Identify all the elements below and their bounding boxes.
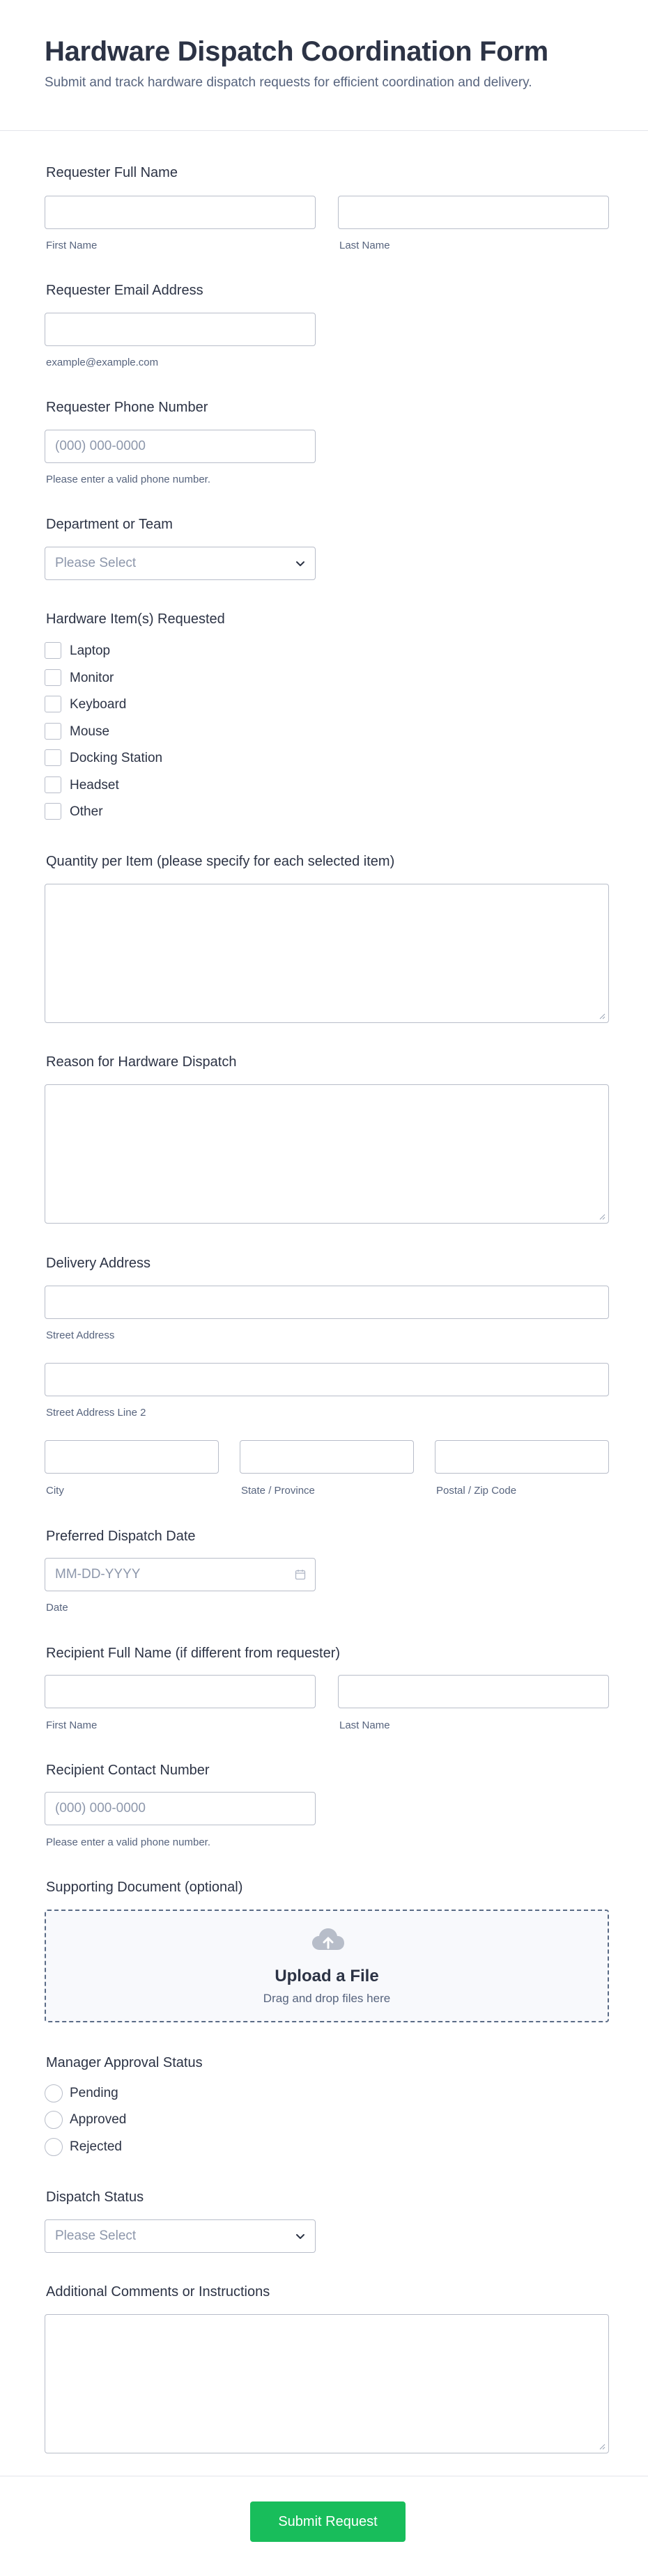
radio-button[interactable] xyxy=(45,2084,63,2102)
option-label: Approved xyxy=(70,2112,127,2127)
recipient-last-name-sublabel: Last Name xyxy=(339,1719,390,1731)
checkbox[interactable] xyxy=(45,723,61,740)
manager-approval-label: Manager Approval Status xyxy=(46,2055,203,2070)
street-address-sublabel: Street Address xyxy=(46,1329,115,1341)
upload-title: Upload a File xyxy=(275,1967,379,1985)
calendar-icon[interactable] xyxy=(294,1568,307,1581)
comments-label: Additional Comments or Instructions xyxy=(46,2284,270,2300)
option-label: Laptop xyxy=(70,643,111,658)
requester-phone-placeholder: (000) 000-0000 xyxy=(55,439,146,453)
file-upload-dropzone[interactable]: Upload a File Drag and drop files here xyxy=(45,1910,609,2022)
chevron-down-icon xyxy=(296,561,304,566)
checkbox[interactable] xyxy=(45,749,61,766)
option-label: Keyboard xyxy=(70,697,127,712)
recipient-last-name-input[interactable] xyxy=(338,1675,609,1708)
supporting-doc-label: Supporting Document (optional) xyxy=(46,1880,243,1895)
recipient-phone-placeholder: (000) 000-0000 xyxy=(55,1801,146,1816)
form-header: Hardware Dispatch Coordination Form Subm… xyxy=(0,0,648,131)
resize-grip-icon[interactable] xyxy=(599,1213,605,1220)
dispatch-date-label: Preferred Dispatch Date xyxy=(46,1529,196,1544)
option-label: Pending xyxy=(70,2086,118,2100)
street-address-line2-input[interactable] xyxy=(45,1363,609,1396)
dispatch-date-sublabel: Date xyxy=(46,1602,68,1614)
zip-input[interactable] xyxy=(435,1440,609,1474)
reason-label: Reason for Hardware Dispatch xyxy=(46,1054,237,1070)
option-label: Monitor xyxy=(70,671,114,685)
form-subtitle: Submit and track hardware dispatch reque… xyxy=(45,75,532,90)
requester-phone-sublabel: Please enter a valid phone number. xyxy=(46,474,210,485)
recipient-phone-sublabel: Please enter a valid phone number. xyxy=(46,1836,210,1848)
reason-textarea[interactable] xyxy=(45,1084,609,1224)
option-label: Docking Station xyxy=(70,751,163,765)
quantity-label: Quantity per Item (please specify for ea… xyxy=(46,854,395,869)
option-label: Headset xyxy=(70,778,119,793)
dispatch-status-label: Dispatch Status xyxy=(46,2189,144,2205)
state-input[interactable] xyxy=(240,1440,414,1474)
option-label: Rejected xyxy=(70,2139,122,2154)
requester-phone-input[interactable]: (000) 000-0000 xyxy=(45,430,316,463)
recipient-phone-label: Recipient Contact Number xyxy=(46,1763,210,1778)
requester-last-name-input[interactable] xyxy=(338,196,609,229)
cloud-upload-icon xyxy=(312,1928,344,1950)
dispatch-date-input[interactable]: MM-DD-YYYY xyxy=(45,1558,316,1591)
option-label: Mouse xyxy=(70,724,110,739)
upload-subtitle: Drag and drop files here xyxy=(263,1992,391,2005)
checkbox[interactable] xyxy=(45,696,61,712)
recipient-name-label: Recipient Full Name (if different from r… xyxy=(46,1646,341,1661)
recipient-first-name-sublabel: First Name xyxy=(46,1719,98,1731)
dispatch-status-select[interactable]: Please Select xyxy=(45,2219,316,2253)
quantity-textarea[interactable] xyxy=(45,884,609,1023)
dispatch-date-placeholder: MM-DD-YYYY xyxy=(55,1567,141,1582)
recipient-phone-input[interactable]: (000) 000-0000 xyxy=(45,1792,316,1825)
comments-textarea[interactable] xyxy=(45,2314,609,2453)
dispatch-status-select-value: Please Select xyxy=(55,2228,137,2243)
requester-first-name-input[interactable] xyxy=(45,196,316,229)
street-address-input[interactable] xyxy=(45,1286,609,1319)
requester-email-input[interactable] xyxy=(45,313,316,346)
resize-grip-icon[interactable] xyxy=(599,1013,605,1020)
radio-button[interactable] xyxy=(45,2111,63,2129)
department-select[interactable]: Please Select xyxy=(45,547,316,580)
street-address-line2-sublabel: Street Address Line 2 xyxy=(46,1407,146,1419)
chevron-down-icon xyxy=(296,2234,304,2239)
city-input[interactable] xyxy=(45,1440,219,1474)
delivery-address-label: Delivery Address xyxy=(46,1256,151,1271)
department-label: Department or Team xyxy=(46,517,173,532)
option-label: Other xyxy=(70,804,103,819)
checkbox[interactable] xyxy=(45,803,61,820)
requester-first-name-sublabel: First Name xyxy=(46,240,98,251)
checkbox[interactable] xyxy=(45,642,61,659)
zip-sublabel: Postal / Zip Code xyxy=(436,1485,517,1497)
city-sublabel: City xyxy=(46,1485,64,1497)
checkbox[interactable] xyxy=(45,669,61,686)
requester-phone-label: Requester Phone Number xyxy=(46,400,208,415)
department-select-value: Please Select xyxy=(55,556,137,570)
requester-email-sublabel: example@example.com xyxy=(46,357,159,368)
resize-grip-icon[interactable] xyxy=(599,2443,605,2450)
requester-email-label: Requester Email Address xyxy=(46,283,203,298)
state-sublabel: State / Province xyxy=(241,1485,315,1497)
requester-name-label: Requester Full Name xyxy=(46,165,178,180)
hardware-label: Hardware Item(s) Requested xyxy=(46,611,225,627)
recipient-first-name-input[interactable] xyxy=(45,1675,316,1708)
submit-button[interactable]: Submit Request xyxy=(250,2501,406,2542)
form-title: Hardware Dispatch Coordination Form xyxy=(45,36,548,67)
requester-last-name-sublabel: Last Name xyxy=(339,240,390,251)
radio-button[interactable] xyxy=(45,2138,63,2156)
checkbox[interactable] xyxy=(45,776,61,793)
